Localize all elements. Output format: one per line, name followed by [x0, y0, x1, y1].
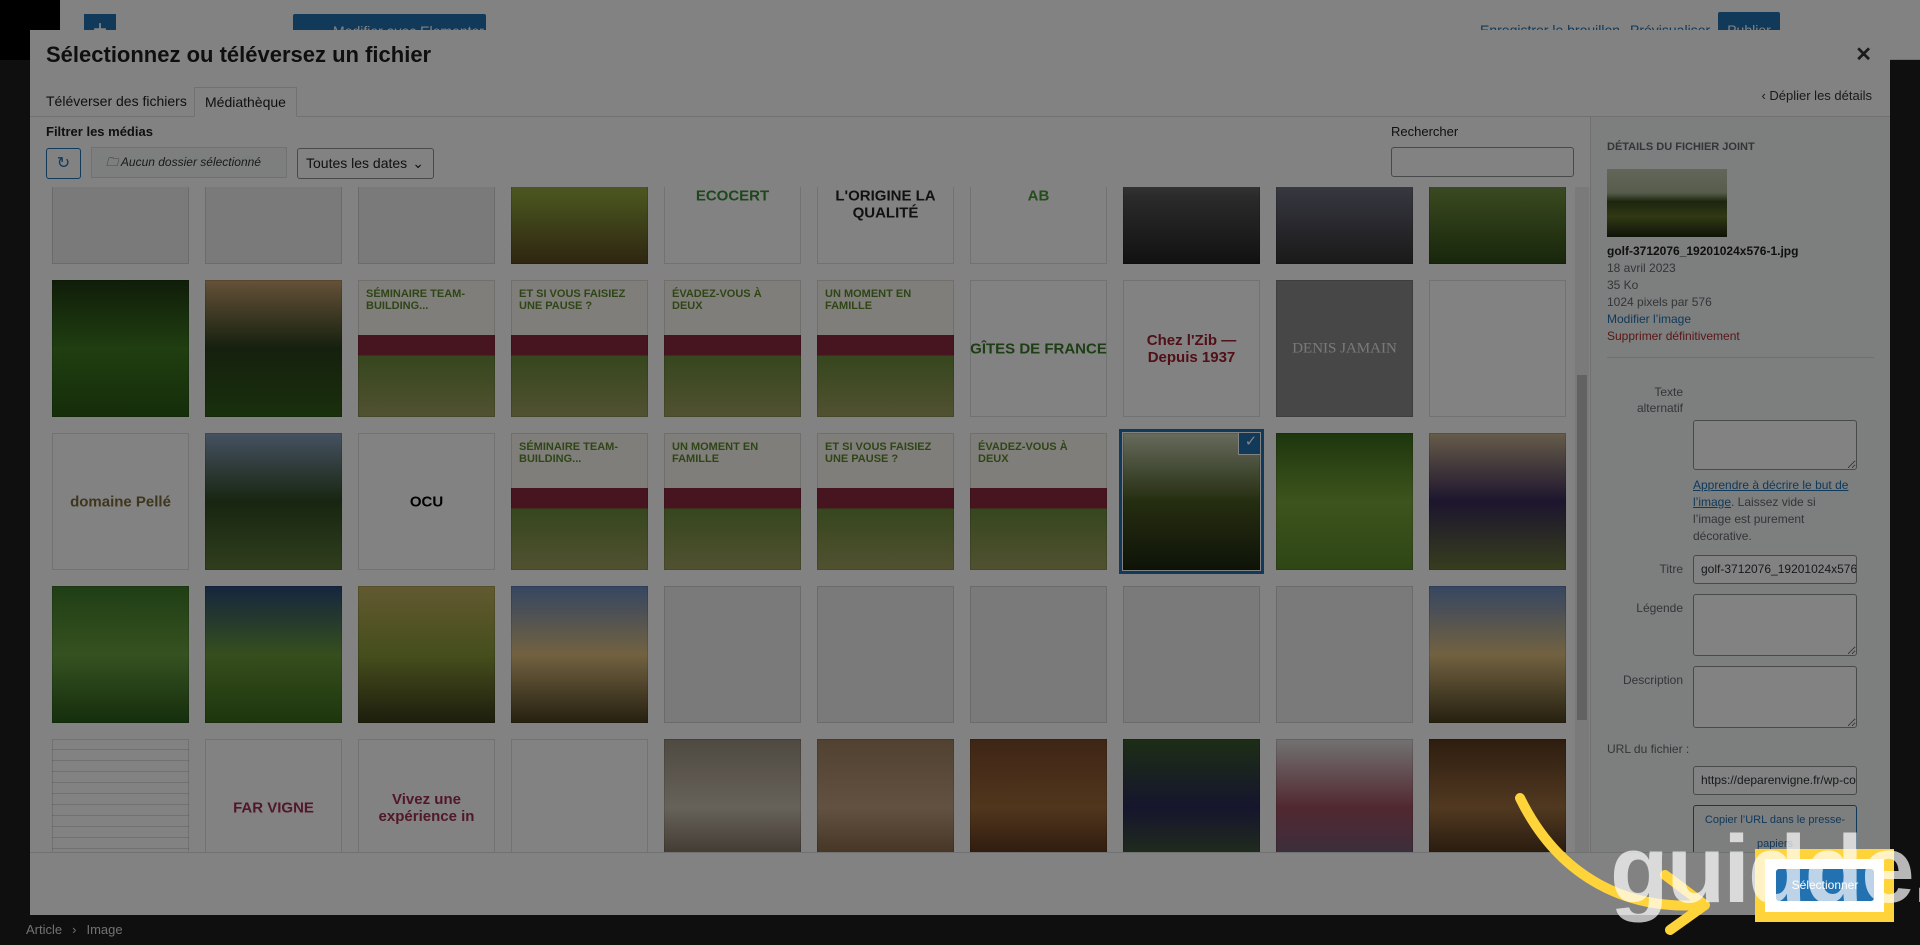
- guidde-watermark: guidde.: [1610, 816, 1920, 923]
